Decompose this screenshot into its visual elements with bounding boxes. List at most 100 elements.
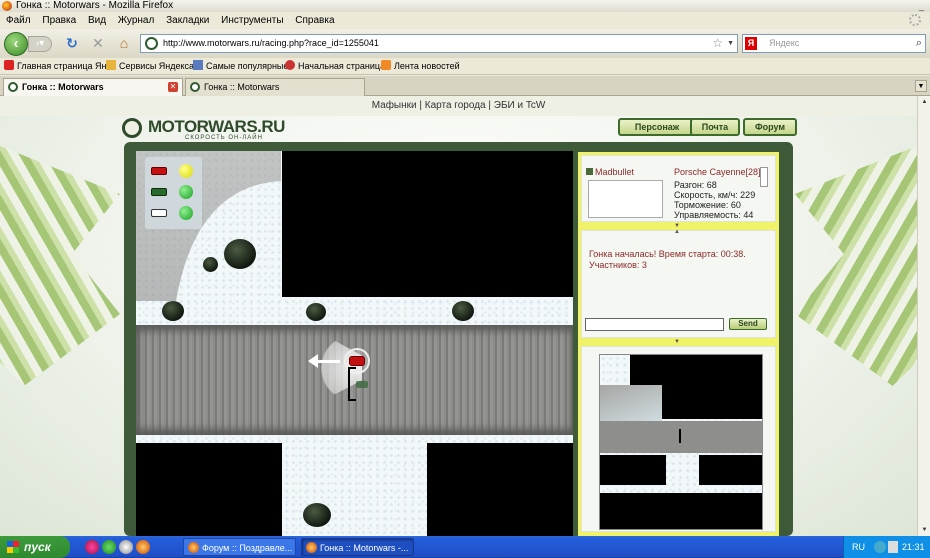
url-text: http://www.motorwars.ru/racing.php?race_… xyxy=(163,38,379,48)
firefox-icon xyxy=(306,542,317,553)
stat-acceleration: Разгон: 68 xyxy=(674,180,717,190)
chat-input[interactable] xyxy=(585,318,724,331)
player-name[interactable]: Madbullet xyxy=(586,167,634,177)
menu-edit[interactable]: Правка xyxy=(42,15,76,26)
tab-racing-2[interactable]: Гонка :: Motorwars xyxy=(185,78,365,96)
search-placeholder: Яндекс xyxy=(769,38,800,48)
minimap[interactable] xyxy=(599,354,763,530)
url-dropdown-icon[interactable]: ▼ xyxy=(727,35,734,52)
reload-icon[interactable]: ↻ xyxy=(64,35,80,51)
tree-icon xyxy=(306,303,326,321)
stat-speed: Скорость, км/ч: 229 xyxy=(674,190,756,200)
position-bracket xyxy=(348,367,356,401)
bookmark-start-page[interactable]: Начальная страница xyxy=(285,58,385,75)
search-input[interactable]: Я Яндекс ⌕ xyxy=(742,34,926,53)
bookmark-most-popular[interactable]: Самые популярные xyxy=(193,58,288,75)
firefox-icon xyxy=(188,542,199,553)
menu-bar: Файл Правка Вид Журнал Закладки Инструме… xyxy=(0,12,930,29)
forward-button[interactable]: ›▾ xyxy=(28,36,52,52)
race-log-box: ▲ Гонка началась! Время старта: 00:38. У… xyxy=(581,229,776,338)
link-cars[interactable]: Мафынки xyxy=(372,100,417,111)
player-car-group[interactable] xyxy=(308,337,372,403)
popular-icon xyxy=(193,60,203,70)
tree-icon xyxy=(224,239,256,269)
search-icon[interactable]: ⌕ xyxy=(916,35,922,52)
tab-racing-active[interactable]: Гонка :: Motorwars ✕ xyxy=(3,78,183,96)
quicklaunch-icon[interactable] xyxy=(119,540,133,554)
tab-bar: Гонка :: Motorwars ✕ Гонка :: Motorwars … xyxy=(0,76,930,96)
scroll-up-icon[interactable]: ▲ xyxy=(918,96,930,108)
unexplored-area xyxy=(427,443,573,536)
site-favicon-icon xyxy=(145,37,158,50)
send-button[interactable]: Send xyxy=(729,318,767,330)
stop-icon[interactable]: ✕ xyxy=(90,35,106,51)
bookmark-star-icon[interactable]: ☆ xyxy=(712,35,723,52)
url-bar[interactable]: http://www.motorwars.ru/racing.php?race_… xyxy=(140,34,738,53)
close-tab-icon[interactable]: ✕ xyxy=(168,82,178,92)
quicklaunch-icon[interactable] xyxy=(85,540,99,554)
start-button[interactable]: пуск xyxy=(0,536,70,558)
minimap-unexplored xyxy=(600,493,762,529)
direction-arrow-head-icon xyxy=(308,354,318,368)
expand-arrow-icon[interactable]: ▼ xyxy=(674,339,680,345)
loading-throbber-icon xyxy=(909,14,921,26)
player-car-icon[interactable] xyxy=(349,356,365,366)
menu-file[interactable]: Файл xyxy=(6,15,31,26)
folder-icon xyxy=(106,60,116,70)
tree-icon xyxy=(162,301,184,321)
bookmarks-toolbar: Главная страница Ян... Сервисы Яндекса С… xyxy=(0,58,930,75)
unexplored-area xyxy=(282,151,573,297)
scroll-down-icon[interactable]: ▼ xyxy=(918,524,930,536)
menu-history[interactable]: Журнал xyxy=(118,15,155,26)
back-button[interactable]: ‹ xyxy=(4,32,28,56)
windows-logo-icon xyxy=(7,541,19,553)
stat-braking: Торможение: 60 xyxy=(674,200,741,210)
site-favicon-icon xyxy=(190,82,200,92)
user-icon xyxy=(586,168,593,175)
page-scrollbar[interactable]: ▲ ▼ xyxy=(917,96,930,536)
tray-network-icon[interactable] xyxy=(874,541,886,553)
minimize-button[interactable]: _ xyxy=(916,1,927,11)
menu-help[interactable]: Справка xyxy=(295,15,334,26)
home-icon[interactable]: ⌂ xyxy=(116,35,132,51)
link-ebi-tcw[interactable]: ЭБИ и TcW xyxy=(494,100,546,111)
minimap-box xyxy=(581,346,776,532)
quicklaunch-firefox-icon[interactable] xyxy=(136,540,150,554)
firefox-icon xyxy=(2,1,12,11)
player-info-box: Madbullet Porsche Cayenne[28] Разгон: 68… xyxy=(581,155,776,222)
menu-bookmarks[interactable]: Закладки xyxy=(166,15,209,26)
character-button[interactable]: Персонаж xyxy=(618,118,696,136)
tray-volume-icon[interactable] xyxy=(888,541,898,553)
site-logo[interactable]: MOTORWARS.RU СКОРОСТЬ ОН-ЛАЙН xyxy=(122,117,285,143)
rss-icon xyxy=(381,60,391,70)
language-indicator[interactable]: RU xyxy=(852,536,865,558)
site-top-nav: Мафынки | Карта города | ЭБИ и TcW xyxy=(0,96,917,116)
mail-button[interactable]: Почта xyxy=(690,118,740,136)
minimap-unexplored xyxy=(662,385,762,419)
status-lamp-yellow xyxy=(179,164,193,178)
window-titlebar: Гонка :: Motorwars - Mozilla Firefox _ xyxy=(0,0,930,12)
tab-list-dropdown-icon[interactable]: ▼ xyxy=(915,80,927,92)
unexplored-area xyxy=(136,443,282,536)
collapse-arrow-icon[interactable]: ▲ xyxy=(674,229,680,235)
forum-button[interactable]: Форум xyxy=(743,118,797,136)
bookmark-yandex-main[interactable]: Главная страница Ян... xyxy=(4,58,114,75)
menu-tools[interactable]: Инструменты xyxy=(221,15,283,26)
page-icon xyxy=(4,60,14,70)
bookmark-yandex-services[interactable]: Сервисы Яндекса xyxy=(106,58,194,75)
quicklaunch-icon[interactable] xyxy=(102,540,116,554)
player-list-scrollbar[interactable] xyxy=(760,167,768,187)
taskbar-item-forum[interactable]: Форум :: Поздравле... xyxy=(183,538,296,556)
yandex-icon[interactable]: Я xyxy=(745,37,757,50)
minimap-road xyxy=(600,421,762,453)
bookmark-news-feed[interactable]: Лента новостей xyxy=(381,58,460,75)
link-city-map[interactable]: Карта города xyxy=(425,100,486,111)
site-favicon-icon xyxy=(8,82,18,92)
logo-wheel-icon xyxy=(122,118,142,138)
taskbar-item-racing[interactable]: Гонка :: Motorwars -... xyxy=(301,538,414,556)
player-car-name[interactable]: Porsche Cayenne[28] xyxy=(674,167,761,177)
minimap-player-marker xyxy=(679,429,681,443)
menu-view[interactable]: Вид xyxy=(88,15,106,26)
player-car-green-icon xyxy=(151,188,167,196)
navigation-toolbar: ‹ ›▾ ↻ ✕ ⌂ http://www.motorwars.ru/racin… xyxy=(0,29,930,58)
